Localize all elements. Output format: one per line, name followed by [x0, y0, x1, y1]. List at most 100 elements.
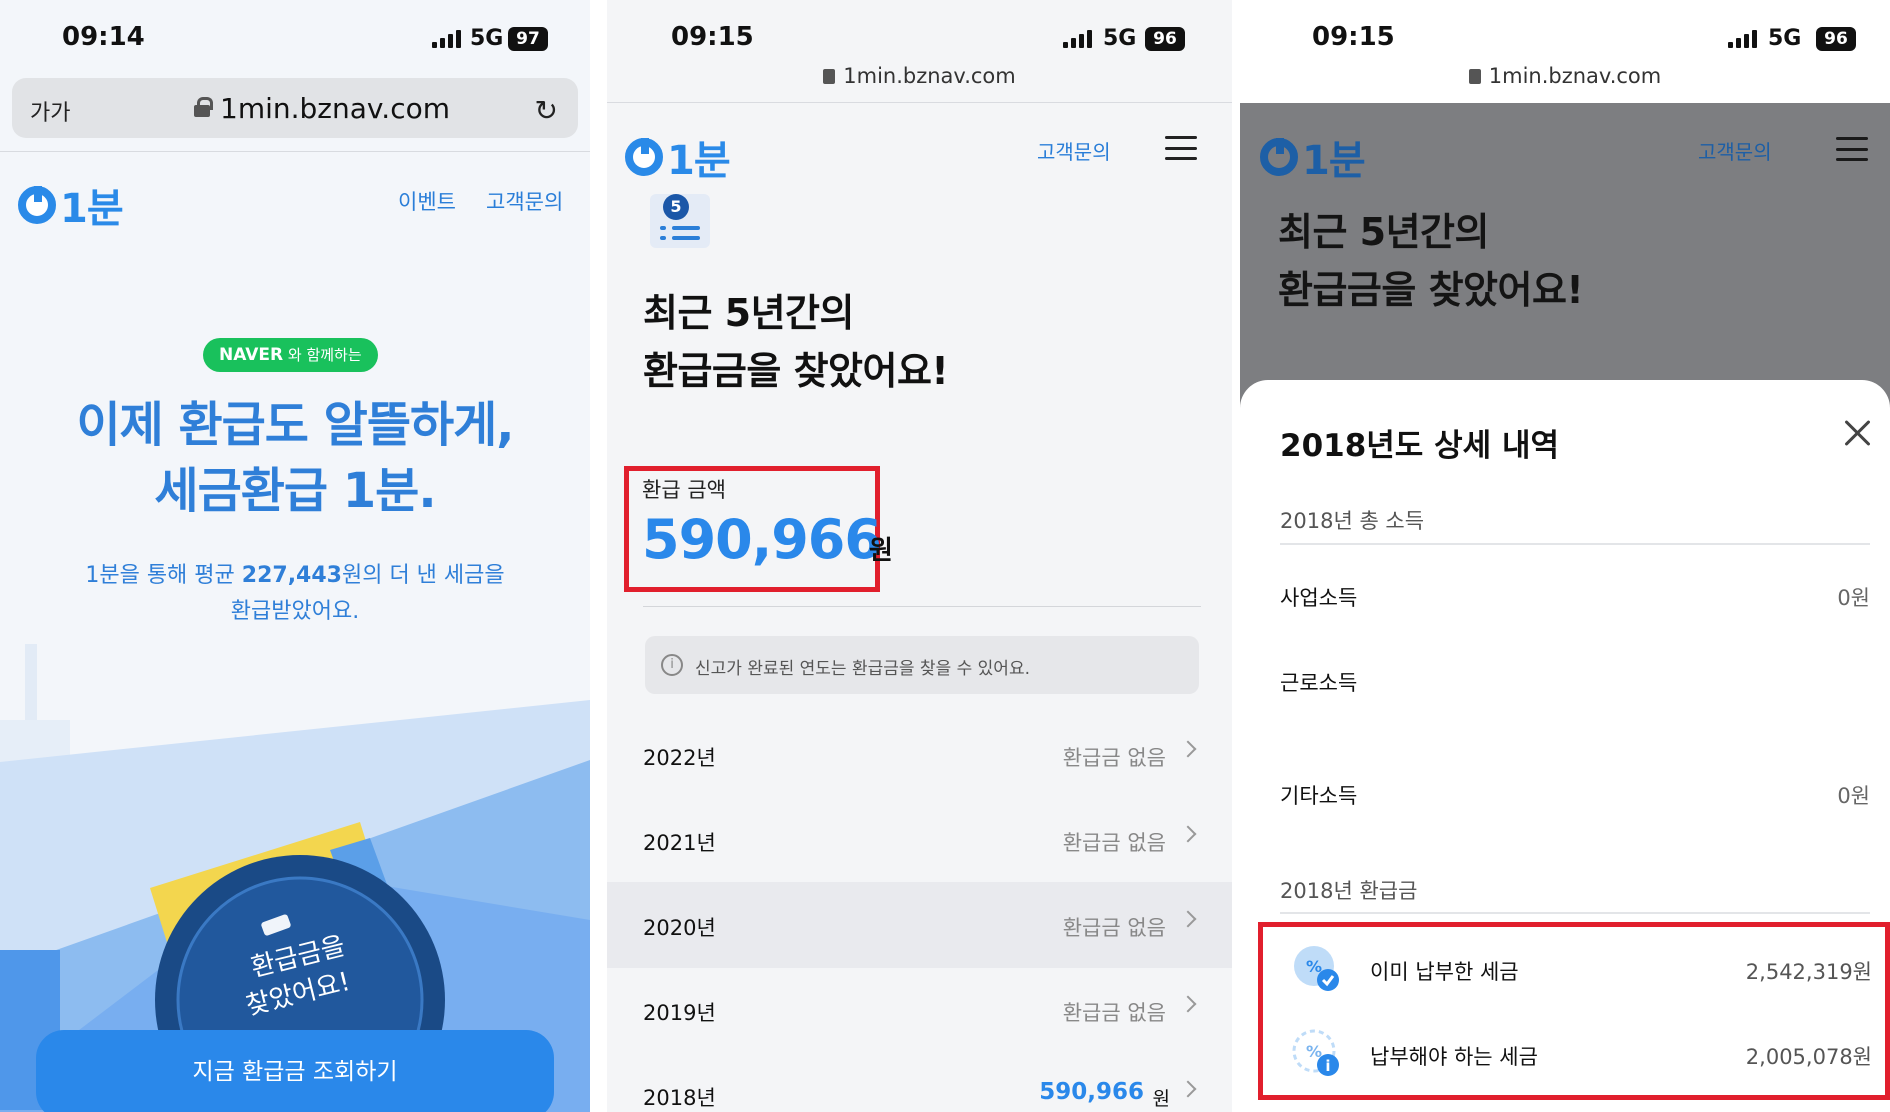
year-value: 환급금 없음	[1062, 916, 1166, 940]
network-label: 5G	[1768, 26, 1802, 51]
tax-paid-icon: %	[1294, 946, 1339, 991]
chevron-right-icon	[1179, 910, 1197, 928]
notice-text: 신고가 완료된 연도는 환급금을 찾을 수 있어요.	[695, 659, 1030, 679]
refund-amount-label: 환급 금액	[642, 478, 726, 502]
naver-badge: NAVER 와 함께하는	[203, 338, 378, 372]
reload-icon[interactable]: ↻	[535, 94, 558, 127]
signal-icon	[1063, 28, 1092, 48]
refund-amount: 590,966	[642, 508, 882, 571]
hero-title: 이제 환급도 알뜰하게, 세금환급 1분.	[0, 392, 590, 524]
chevron-right-icon	[1179, 825, 1197, 843]
year-value: 환급금 없음	[1062, 746, 1166, 770]
status-time: 09:15	[1312, 22, 1395, 52]
network-label: 5G	[470, 26, 504, 51]
result-title: 최근 5년간의 환급금을 찾았어요!	[1278, 203, 1584, 319]
screen-year-detail: 09:15 5G 96 1min.bznav.com 1분 고객문의 최근 5년…	[1240, 0, 1890, 1112]
signal-icon	[1728, 28, 1757, 48]
income-label: 기타소득	[1280, 784, 1358, 808]
refund-section-label: 2018년 환급금	[1280, 879, 1418, 903]
year-value: 환급금 없음	[1062, 831, 1166, 855]
income-row-labor: 근로소득	[1280, 667, 1870, 697]
text-size-button[interactable]: 가가	[30, 95, 70, 127]
screen-home: 09:14 5G 97 가가 1min.bznav.com ↻ 1분 이벤트 고…	[0, 0, 590, 1112]
title-line-2: 환급금을 찾았어요!	[643, 349, 949, 393]
battery-icon: 96	[1145, 27, 1185, 51]
lock-icon	[194, 97, 213, 117]
subtext-prefix: 1분을 통해 평균	[85, 563, 242, 588]
status-time: 09:14	[62, 22, 145, 52]
logo-icon	[18, 186, 56, 224]
income-section-label: 2018년 총 소득	[1280, 509, 1425, 533]
refund-unit: 원	[869, 536, 893, 566]
naver-badge-text: 와 함께하는	[287, 346, 362, 364]
year-value: 환급금 없음	[1062, 1001, 1166, 1025]
list-badge: 5	[663, 194, 689, 220]
hero-line-2: 세금환급 1분.	[154, 463, 436, 519]
year-unit: 원	[1152, 1088, 1170, 1110]
logo[interactable]: 1분	[18, 176, 124, 234]
year-row-2019[interactable]: 2019년 환급금 없음	[607, 967, 1232, 1053]
title-line-1: 최근 5년간의	[1278, 210, 1489, 254]
naver-brand: NAVER	[219, 345, 284, 365]
inquiry-link: 고객문의	[1698, 140, 1772, 164]
year-row-2020[interactable]: 2020년 환급금 없음	[607, 882, 1232, 968]
tax-row-due: % i 납부해야 하는 세금 2,005,078원	[1290, 1027, 1872, 1083]
network-label: 5G	[1103, 26, 1137, 51]
url-text[interactable]: 1min.bznav.com	[220, 92, 450, 125]
logo-icon	[1260, 138, 1298, 176]
year-value: 590,966	[1039, 1079, 1144, 1105]
url-text[interactable]: 1min.bznav.com	[1240, 64, 1890, 88]
divider	[643, 606, 1201, 607]
divider	[0, 151, 590, 152]
tax-due-icon: % i	[1292, 1029, 1339, 1076]
year-row-2021[interactable]: 2021년 환급금 없음	[607, 797, 1232, 883]
year-label: 2018년	[643, 1086, 716, 1110]
year-row-2022[interactable]: 2022년 환급금 없음	[607, 712, 1232, 798]
menu-icon[interactable]	[1165, 136, 1197, 160]
tax-label: 이미 납부한 세금	[1370, 960, 1519, 984]
screen-refund-result: 09:15 5G 96 1min.bznav.com 1분 고객문의 5 최근 …	[607, 0, 1232, 1112]
battery-icon: 96	[1816, 27, 1856, 51]
average-amount: 227,443	[241, 563, 342, 588]
nav-inquiry-link[interactable]: 고객문의	[486, 186, 563, 216]
year-row-2018[interactable]: 2018년 590,966 원	[607, 1052, 1232, 1112]
year-label: 2020년	[643, 916, 716, 940]
result-title: 최근 5년간의 환급금을 찾았어요!	[643, 284, 949, 400]
close-icon[interactable]	[1842, 418, 1872, 448]
svg-text:i: i	[1325, 1057, 1330, 1075]
divider	[607, 102, 1232, 103]
chevron-right-icon	[1179, 995, 1197, 1013]
inquiry-link[interactable]: 고객문의	[1037, 136, 1111, 165]
divider	[1280, 912, 1870, 914]
signal-icon	[432, 28, 461, 48]
battery-icon: 97	[508, 27, 548, 51]
divider	[1280, 543, 1870, 545]
logo: 1분	[1260, 128, 1366, 186]
sheet-title: 2018년도 상세 내역	[1280, 428, 1559, 464]
status-time: 09:15	[671, 22, 754, 52]
logo-icon	[625, 138, 663, 176]
tax-value: 2,005,078원	[1745, 1045, 1872, 1069]
address-bar[interactable]: 가가 1min.bznav.com ↻	[12, 78, 578, 138]
status-bar: 09:14 5G 97	[0, 0, 590, 78]
notice-box: i 신고가 완료된 연도는 환급금을 찾을 수 있어요.	[645, 636, 1199, 694]
nav-event-link[interactable]: 이벤트	[398, 186, 456, 216]
check-refund-button[interactable]: 지금 환급금 조회하기	[36, 1030, 554, 1112]
info-icon: i	[661, 654, 683, 676]
title-line-2: 환급금을 찾았어요!	[1278, 268, 1584, 312]
url-text[interactable]: 1min.bznav.com	[607, 64, 1232, 88]
hero-line-1: 이제 환급도 알뜰하게,	[76, 397, 514, 453]
income-value: 0원	[1837, 784, 1870, 808]
title-line-1: 최근 5년간의	[643, 291, 854, 335]
tax-value: 2,542,319원	[1745, 960, 1872, 984]
logo[interactable]: 1분	[625, 128, 731, 186]
income-label: 근로소득	[1280, 671, 1358, 695]
chevron-right-icon	[1179, 1080, 1197, 1098]
year-label: 2019년	[643, 1001, 716, 1025]
year-label: 2021년	[643, 831, 716, 855]
income-value: 0원	[1837, 586, 1870, 610]
year-label: 2022년	[643, 746, 716, 770]
logo-text: 1분	[667, 138, 731, 184]
income-row-other: 기타소득 0원	[1280, 780, 1870, 810]
lock-icon	[823, 69, 836, 84]
